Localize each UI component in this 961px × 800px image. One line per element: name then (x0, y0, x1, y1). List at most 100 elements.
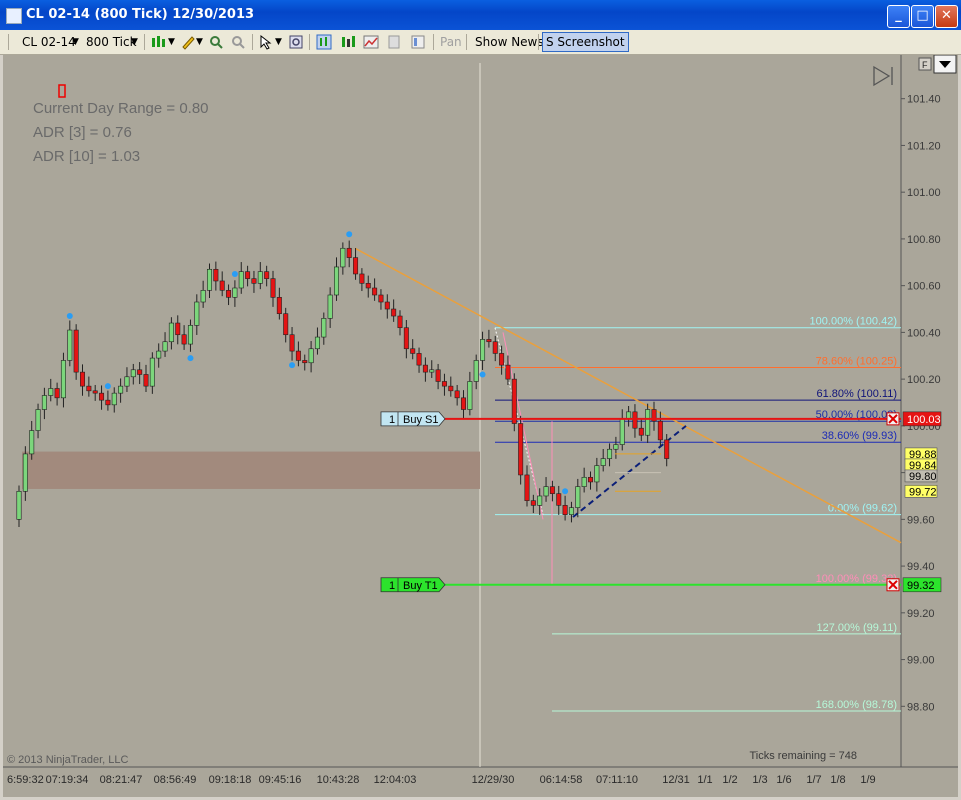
x-tick-label: 09:18:18 (209, 774, 252, 786)
candle-down (638, 427, 644, 436)
candle-down (359, 273, 365, 284)
candle-down (378, 294, 384, 303)
candle-down (295, 350, 301, 361)
candle-up (48, 388, 54, 396)
y-tick-label: 99.20 (907, 608, 935, 620)
candle-down (80, 371, 86, 387)
candle-down (422, 364, 428, 373)
candle-down (105, 399, 111, 406)
cursor-icon[interactable] (258, 34, 274, 50)
candle-down (372, 287, 378, 296)
fib-level-label: 78.60% (100.25) (816, 355, 897, 367)
zoom-in-icon[interactable] (208, 34, 224, 50)
price-marker-label: 99.72 (909, 486, 937, 498)
x-tick-label: 1/2 (722, 774, 737, 786)
zoom-out-icon[interactable] (230, 34, 246, 50)
candle-down (441, 381, 447, 387)
candle-up (480, 339, 486, 361)
interval-selector[interactable]: 800 Tick (86, 33, 137, 51)
instrument-selector[interactable]: CL 02-14 (22, 33, 76, 51)
candle-down (657, 420, 663, 441)
f-icon[interactable]: F (918, 57, 932, 71)
candle-up (124, 376, 130, 387)
chevron-down-icon[interactable] (933, 55, 957, 74)
x-tick-label: 1/9 (860, 774, 875, 786)
candle-up (327, 294, 333, 319)
candle-down (92, 390, 98, 394)
candle-down (99, 392, 105, 401)
swing-point-dot (66, 313, 73, 320)
x-tick-label: 08:21:47 (100, 774, 143, 786)
toolbar-separator (466, 34, 467, 50)
data-box-icon[interactable] (288, 34, 304, 50)
pan-button[interactable]: Pan (440, 33, 462, 51)
fib-level-label: 127.00% (99.11) (816, 622, 897, 634)
chart-properties-icon[interactable] (316, 34, 332, 50)
toolbar-separator (433, 34, 434, 50)
swing-point-dot (562, 488, 569, 495)
swing-point-dot (231, 270, 238, 277)
candle-down (181, 334, 187, 345)
y-tick-label: 99.40 (907, 561, 935, 573)
x-tick-label: 07:11:10 (596, 774, 638, 786)
cancel-order-icon[interactable] (886, 578, 900, 592)
chevron-down-icon[interactable]: ▼ (196, 33, 203, 51)
candle-down (492, 341, 498, 354)
candle-up (594, 465, 600, 483)
chevron-down-icon[interactable]: ▼ (131, 33, 138, 51)
copyright-label: © 2013 NinjaTrader, LLC (7, 754, 128, 766)
maximize-button[interactable]: □ (911, 5, 934, 28)
templates-icon[interactable] (386, 34, 402, 50)
candle-down (397, 315, 403, 329)
candle-up (473, 360, 479, 382)
screenshot-button[interactable]: S Screenshot (542, 32, 629, 52)
pencil-icon[interactable] (180, 34, 196, 50)
candle-down (264, 271, 270, 279)
candle-down (416, 353, 422, 366)
y-tick-label: 99.60 (907, 514, 935, 526)
order-tag-target[interactable]: 1 Buy T1 (380, 577, 446, 593)
candle-down (391, 308, 397, 317)
y-tick-label: 100.60 (907, 281, 941, 293)
chevron-down-icon[interactable]: ▼ (72, 33, 79, 51)
candle-up (600, 458, 606, 466)
chevron-down-icon[interactable]: ▼ (168, 33, 175, 51)
candle-down (587, 476, 593, 483)
properties-icon[interactable] (410, 34, 426, 50)
candle-up (340, 247, 346, 268)
candle-up (467, 381, 473, 410)
x-tick-label: 1/6 (776, 774, 791, 786)
candle-up (581, 476, 587, 487)
chevron-down-icon[interactable]: ▼ (275, 33, 282, 51)
candle-down (137, 369, 143, 375)
candle-down (73, 329, 79, 373)
order-tag-stop[interactable]: 1 Buy S1 (380, 411, 446, 427)
strategies-icon[interactable] (363, 34, 379, 50)
app-icon (6, 8, 22, 24)
candle-down (486, 339, 492, 343)
chart-panel[interactable]: 101.40 101.20 101.00 100.80 100.60 100.40 100.… (3, 55, 958, 797)
candle-down (365, 283, 371, 289)
candle-down (175, 322, 181, 336)
candle-up (429, 369, 435, 373)
show-news-button[interactable]: Show News (475, 33, 544, 51)
candle-up (162, 341, 168, 352)
order-label: Buy T1 (403, 580, 438, 592)
candle-down (251, 278, 257, 284)
price-chart[interactable]: 101.40 101.20 101.00 100.80 100.60 100.40 100.… (3, 55, 958, 797)
order-quantity: 1 (389, 580, 395, 592)
candle-up (41, 395, 47, 410)
candle-down (448, 385, 454, 392)
candle-down (505, 364, 511, 380)
cancel-order-icon[interactable] (886, 412, 900, 426)
bar-style-icon[interactable] (150, 34, 166, 50)
candle-up (543, 486, 549, 497)
title-bar: CL 02-14 (800 Tick) 12/30/2013 _ □ ✕ (0, 0, 961, 30)
candle-down (511, 378, 517, 424)
candle-down (454, 390, 460, 399)
candle-down (549, 486, 555, 494)
minimize-button[interactable]: _ (887, 5, 910, 28)
close-button[interactable]: ✕ (935, 5, 958, 28)
indicators-icon[interactable] (340, 34, 356, 50)
candle-up (314, 336, 320, 350)
